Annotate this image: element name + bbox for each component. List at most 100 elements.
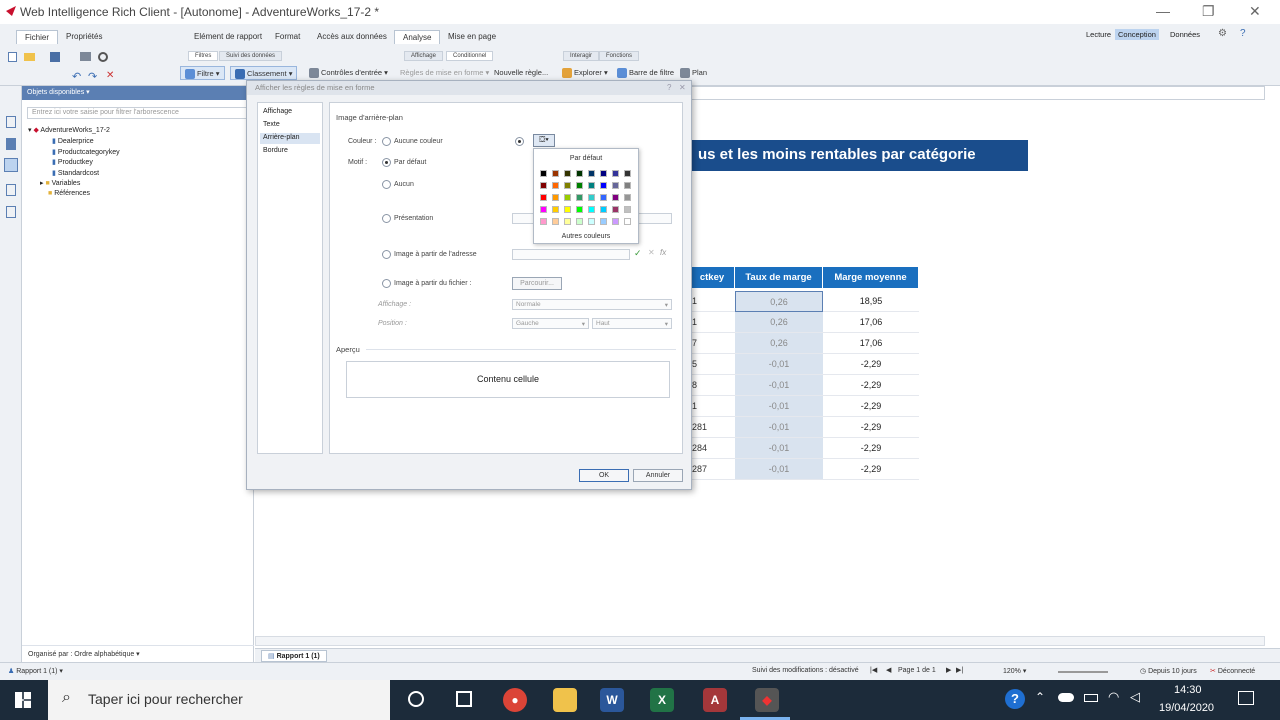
filtre-button[interactable]: Filtre ▾ [180, 66, 225, 80]
table-cell[interactable]: -2,29 [823, 438, 919, 459]
open-icon[interactable] [24, 53, 35, 61]
color-swatch[interactable] [624, 170, 631, 177]
color-swatch[interactable] [552, 218, 559, 225]
help-icon[interactable]: ? [1240, 28, 1246, 39]
nav-arriere-plan[interactable]: Arrière-plan [260, 133, 320, 144]
presentation-radio[interactable] [382, 214, 391, 223]
table-cell[interactable]: 0,26 [735, 333, 823, 354]
table-cell[interactable]: 1 [690, 291, 735, 312]
tree-item-references[interactable]: ■ Références [28, 190, 238, 201]
tree-root[interactable]: ▾ ◆ AdventureWorks_17-2 [28, 126, 238, 137]
tab-analyse[interactable]: Analyse [394, 30, 441, 44]
webi-taskbar-icon[interactable]: ◆ [755, 688, 779, 712]
new-icon[interactable] [8, 52, 17, 62]
color-swatch[interactable] [600, 218, 607, 225]
explorer-button[interactable]: Explorer ▾ [558, 66, 612, 80]
table-cell[interactable]: 284 [690, 438, 735, 459]
table-cell[interactable]: -2,29 [823, 354, 919, 375]
cancel-x-icon[interactable]: ✕ [648, 248, 655, 257]
subtab-interagir[interactable]: Interagir [563, 51, 600, 61]
color-swatch[interactable] [540, 182, 547, 189]
color-swatch[interactable] [588, 170, 595, 177]
image-adresse-radio[interactable] [382, 250, 391, 259]
table-cell[interactable]: -2,29 [823, 459, 919, 480]
status-tracking[interactable]: Suivi des modifications : désactivé [752, 667, 859, 674]
subtab-suivi[interactable]: Suivi des données [219, 51, 283, 61]
table-cell[interactable]: 17,06 [823, 312, 919, 333]
formula-fx-icon[interactable]: fx [660, 248, 666, 257]
color-swatch[interactable] [600, 170, 607, 177]
couleur-radio[interactable] [515, 137, 524, 146]
color-swatch[interactable] [612, 182, 619, 189]
tree-item-standardcost[interactable]: ▮ Standardcost [28, 169, 238, 180]
par-defaut-radio[interactable] [382, 158, 391, 167]
report-tab[interactable]: ▤ Rapport 1 (1) [261, 650, 327, 662]
minimize-icon[interactable]: — [1156, 3, 1170, 19]
subtab-filtres[interactable]: Filtres [188, 51, 219, 61]
color-swatch[interactable] [540, 206, 547, 213]
color-swatch[interactable] [564, 182, 571, 189]
subtab-affichage[interactable]: Affichage [404, 51, 443, 61]
color-swatch[interactable] [552, 206, 559, 213]
clock-time[interactable]: 14:30 [1174, 684, 1202, 696]
structure-icon[interactable] [6, 184, 16, 196]
table-cell[interactable]: 1 [690, 312, 735, 333]
color-swatch[interactable] [564, 218, 571, 225]
access-icon[interactable]: A [703, 688, 727, 712]
clock-date[interactable]: 19/04/2020 [1159, 702, 1214, 714]
objects-panel-header[interactable]: Objets disponibles ▾ [22, 86, 254, 100]
word-icon[interactable]: W [600, 688, 624, 712]
battery-icon[interactable] [1084, 694, 1098, 702]
affichage-select[interactable]: Normale ▾ [512, 299, 672, 310]
nav-bordure[interactable]: Bordure [260, 146, 320, 157]
color-swatch[interactable] [552, 170, 559, 177]
column-header-key[interactable]: ctkey [690, 267, 735, 288]
table-cell[interactable]: 0,26 [735, 291, 823, 312]
zoom-slider[interactable] [1058, 671, 1108, 673]
tab-element-rapport[interactable]: Elément de rapport [186, 30, 270, 44]
color-swatch[interactable] [588, 206, 595, 213]
position-h-select[interactable]: Gauche ▾ [512, 318, 589, 329]
color-swatch[interactable] [576, 206, 583, 213]
controles-entree-button[interactable]: Contrôles d'entrée ▾ [305, 66, 392, 80]
classement-button[interactable]: Classement ▾ [230, 66, 298, 80]
taskbar-search-box[interactable]: ⌕ Taper ici pour rechercher [48, 680, 390, 720]
color-swatch[interactable] [552, 194, 559, 201]
table-cell[interactable]: -0,01 [735, 354, 823, 375]
table-cell[interactable]: 287 [690, 459, 735, 480]
tab-format[interactable]: Format [267, 30, 308, 44]
color-swatch[interactable] [576, 218, 583, 225]
next-page-icon[interactable]: ▶ [946, 666, 951, 674]
tree-item-productcategorykey[interactable]: ▮ Productcategorykey [28, 148, 238, 159]
color-swatch[interactable] [588, 182, 595, 189]
color-swatch[interactable] [552, 182, 559, 189]
table-cell[interactable]: 7 [690, 333, 735, 354]
tab-acces-donnees[interactable]: Accès aux données [309, 30, 395, 44]
windows-start-icon[interactable] [15, 692, 31, 708]
tree-item-variables[interactable]: ▸ ■ Variables [28, 179, 238, 190]
cortana-icon[interactable] [408, 691, 424, 707]
task-view-icon[interactable] [456, 691, 472, 707]
color-swatch[interactable] [540, 218, 547, 225]
color-swatch[interactable] [624, 206, 631, 213]
subtab-conditionnel[interactable]: Conditionnel [446, 51, 494, 61]
table-cell[interactable]: 281 [690, 417, 735, 438]
column-header-marge-moyenne[interactable]: Marge moyenne [823, 267, 919, 288]
color-swatch[interactable] [624, 182, 631, 189]
color-swatch[interactable] [576, 194, 583, 201]
table-cell[interactable]: -0,01 [735, 438, 823, 459]
table-cell[interactable]: -2,29 [823, 396, 919, 417]
tab-fichier[interactable]: Fichier [16, 30, 59, 44]
maximize-icon[interactable]: ❐ [1202, 3, 1215, 20]
annuler-button[interactable]: Annuler [633, 469, 683, 482]
ok-button[interactable]: OK [579, 469, 629, 482]
color-swatch[interactable] [600, 194, 607, 201]
table-cell[interactable]: -2,29 [823, 375, 919, 396]
close-icon[interactable]: ✕ [1249, 3, 1261, 20]
navigation-icon[interactable] [6, 206, 16, 218]
status-zoom[interactable]: 120% ▾ [1003, 667, 1026, 675]
tab-proprietes[interactable]: Propriétés [58, 30, 110, 44]
dialog-close-icon[interactable]: ✕ [679, 83, 686, 92]
nav-affichage[interactable]: Affichage [260, 107, 320, 118]
color-swatch[interactable] [612, 170, 619, 177]
